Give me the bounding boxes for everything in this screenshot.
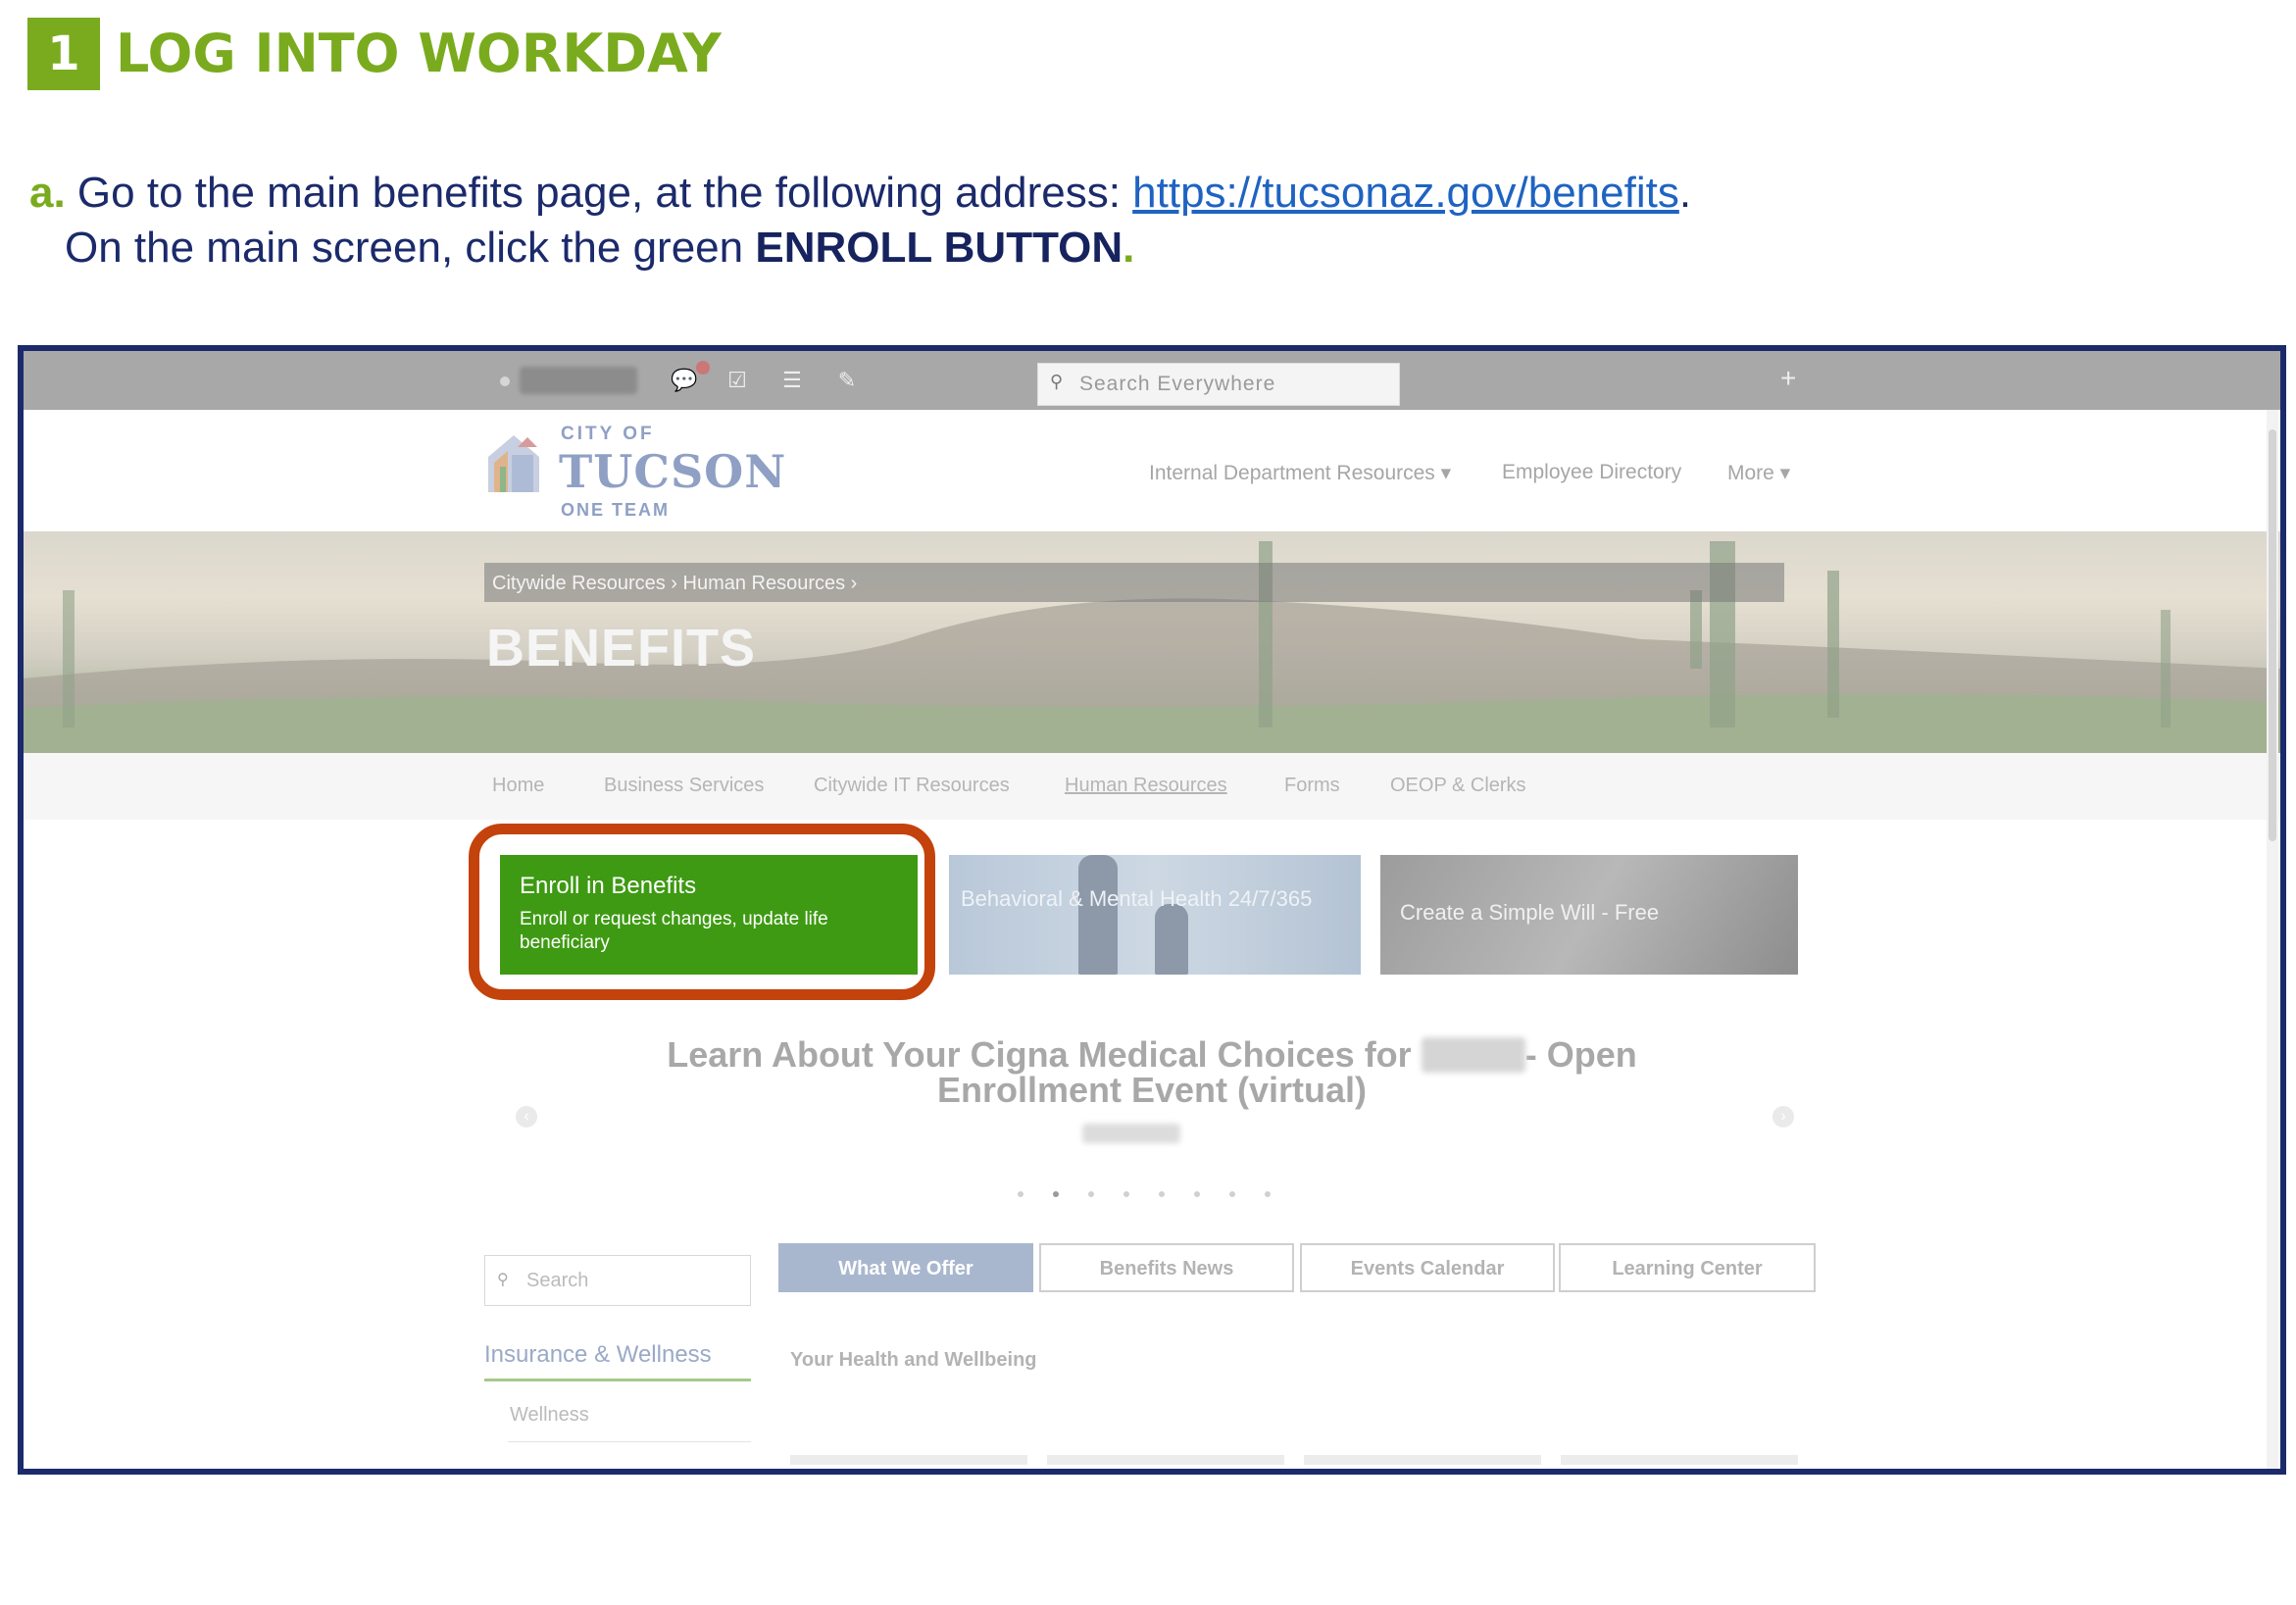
carousel-dot[interactable] xyxy=(1159,1191,1165,1197)
logo-city-of: CITY OF xyxy=(561,424,655,444)
carousel-dot[interactable] xyxy=(1265,1191,1271,1197)
carousel-dot[interactable] xyxy=(1194,1191,1200,1197)
tab-events-calendar[interactable]: Events Calendar xyxy=(1300,1243,1555,1292)
tucson-logo-icon xyxy=(488,435,539,492)
sidebar-search-placeholder: Search xyxy=(526,1270,589,1291)
sidebar-heading-underline xyxy=(484,1379,751,1381)
redacted-year: XX/XX xyxy=(1421,1037,1525,1073)
carousel-dot[interactable] xyxy=(1018,1191,1023,1197)
content-card[interactable] xyxy=(1047,1455,1284,1465)
content-card[interactable] xyxy=(1304,1455,1541,1465)
content-card[interactable] xyxy=(790,1455,1027,1465)
carousel-dot-active[interactable] xyxy=(1053,1191,1059,1197)
tab-benefits-news[interactable]: Benefits News xyxy=(1039,1243,1294,1292)
status-dot xyxy=(500,376,510,386)
person-silhouette-icon xyxy=(1078,855,1118,975)
behavioral-mental-health-tile[interactable]: Behavioral & Mental Health 24/7/365 xyxy=(949,855,1361,975)
carousel-next-arrow-icon[interactable]: › xyxy=(1772,1106,1794,1128)
step-number-badge: 1 xyxy=(27,18,100,90)
page-title: BENEFITS xyxy=(486,619,757,677)
instruction-text: Go to the main benefits page, at the fol… xyxy=(65,169,1133,217)
notification-badge xyxy=(696,361,710,375)
user-name-redacted xyxy=(520,367,637,394)
subnav-business-services[interactable]: Business Services xyxy=(604,775,764,797)
instruction-period: . xyxy=(1678,169,1692,217)
slide-title-part-2: - Open xyxy=(1524,1034,1637,1075)
instruction-line-1: a. Go to the main benefits page, at the … xyxy=(29,169,1691,218)
simple-will-tile-title: Create a Simple Will - Free xyxy=(1400,900,1660,925)
carousel-slide-title[interactable]: Learn About Your Cigna Medical Choices f… xyxy=(24,1037,2280,1108)
sidebar-divider xyxy=(508,1441,751,1442)
subnav-citywide-it-resources[interactable]: Citywide IT Resources xyxy=(814,775,1010,797)
content-card[interactable] xyxy=(1561,1455,1798,1465)
chat-icon[interactable]: 💬 xyxy=(671,367,698,394)
hero-banner: Citywide Resources › Human Resources › B… xyxy=(24,531,2280,753)
search-placeholder: Search Everywhere xyxy=(1079,373,1276,395)
browser-toolbar: 💬 ☑ ☰ ✎ ⚲ Search Everywhere + xyxy=(24,351,2280,410)
tab-what-we-offer[interactable]: What We Offer xyxy=(778,1243,1033,1292)
nav-more[interactable]: More ▾ xyxy=(1727,461,1790,485)
checkbox-icon[interactable]: ☑ xyxy=(724,367,751,394)
tab-learning-center[interactable]: Learning Center xyxy=(1559,1243,1816,1292)
mental-health-tile-title: Behavioral & Mental Health 24/7/365 xyxy=(961,886,1313,911)
carousel-dot[interactable] xyxy=(1123,1191,1129,1197)
subnav-oeop-clerks[interactable]: OEOP & Clerks xyxy=(1390,775,1526,797)
carousel-prev-arrow-icon[interactable]: ‹ xyxy=(516,1106,537,1128)
sidebar-search-input[interactable]: ⚲ Search xyxy=(484,1255,751,1306)
redacted-event-date xyxy=(1082,1124,1180,1143)
site-header: CITY OF TUCSON ONE TEAM Internal Departm… xyxy=(24,410,2280,531)
subnav-home[interactable]: Home xyxy=(492,775,544,797)
benefits-link[interactable]: https://tucsonaz.gov/benefits xyxy=(1132,169,1679,217)
screenshot-frame: 💬 ☑ ☰ ✎ ⚲ Search Everywhere + CITY OF TU… xyxy=(18,345,2286,1475)
subnav-human-resources[interactable]: Human Resources xyxy=(1065,775,1227,797)
page-scrollbar[interactable] xyxy=(2267,410,2278,1469)
carousel-dots[interactable] xyxy=(1018,1184,1300,1202)
enroll-button-emphasis: ENROLL BUTTON xyxy=(755,224,1123,272)
nav-employee-directory[interactable]: Employee Directory xyxy=(1502,461,1681,484)
slide-title-part-1: Learn About Your Cigna Medical Choices f… xyxy=(667,1034,1422,1075)
content-heading: Your Health and Wellbeing xyxy=(790,1349,1037,1371)
simple-will-tile[interactable]: Create a Simple Will - Free xyxy=(1380,855,1798,975)
sidebar-item-wellness[interactable]: Wellness xyxy=(510,1404,589,1427)
instruction-text-2: On the main screen, click the green xyxy=(65,224,756,272)
breadcrumb[interactable]: Citywide Resources › Human Resources › xyxy=(492,573,857,595)
subnav-forms[interactable]: Forms xyxy=(1284,775,1340,797)
enroll-highlight-outline xyxy=(469,824,935,1000)
search-icon: ⚲ xyxy=(497,1272,509,1288)
instruction-line-2: On the main screen, click the green ENRO… xyxy=(65,224,1134,273)
instruction-period-2: . xyxy=(1123,224,1135,272)
section-nav: Home Business Services Citywide IT Resou… xyxy=(24,753,2280,820)
logo-one-team: ONE TEAM xyxy=(561,500,671,520)
child-silhouette-icon xyxy=(1155,904,1188,975)
instruction-letter: a. xyxy=(29,169,66,217)
slide-title-part-3: Enrollment Event (virtual) xyxy=(936,1070,1368,1110)
step-title: LOG INTO WORKDAY xyxy=(116,23,722,84)
edit-icon[interactable]: ✎ xyxy=(833,367,861,394)
carousel-dot[interactable] xyxy=(1229,1191,1235,1197)
carousel-dot[interactable] xyxy=(1088,1191,1094,1197)
search-icon: ⚲ xyxy=(1050,372,1064,391)
logo-tucson: TUCSON xyxy=(559,445,787,498)
sidebar-heading[interactable]: Insurance & Wellness xyxy=(484,1341,712,1369)
search-everywhere-input[interactable]: ⚲ Search Everywhere xyxy=(1037,363,1400,406)
add-icon[interactable]: + xyxy=(1780,363,1796,394)
inbox-icon[interactable]: ☰ xyxy=(778,367,806,394)
scrollbar-thumb[interactable] xyxy=(2269,429,2276,841)
nav-internal-department-resources[interactable]: Internal Department Resources ▾ xyxy=(1149,461,1451,485)
